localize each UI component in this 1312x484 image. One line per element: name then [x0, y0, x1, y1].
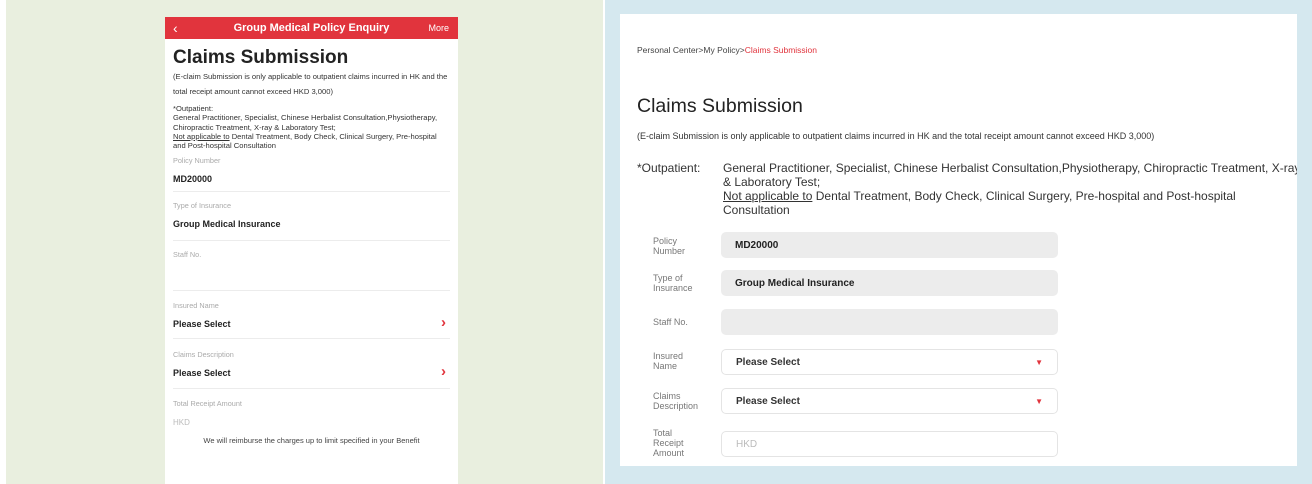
policy-number-row: Policy Number MD20000	[620, 231, 1297, 271]
field-label: Total Receipt Amount	[173, 399, 242, 409]
field-value: Group Medical Insurance	[173, 219, 281, 230]
insured-name-select[interactable]: Insured Name Please Select ›	[173, 291, 450, 340]
eligibility-note: (E-claim Submission is only applicable t…	[173, 72, 448, 96]
not-applicable-label: Not applicable to	[173, 131, 230, 141]
desktop-card: Personal Center>My Policy>Claims Submiss…	[620, 14, 1297, 466]
outpatient-info: *Outpatient: General Practitioner, Speci…	[173, 104, 450, 150]
page-title: Claims Submission	[637, 95, 803, 117]
policy-number-input: MD20000	[721, 232, 1058, 258]
total-receipt-row: Total Receipt Amount HKD	[620, 426, 1297, 466]
mobile-panel: ‹ Group Medical Policy Enquiry More Clai…	[6, 0, 603, 484]
claims-description-row: Claims Description Please Select ▼	[620, 388, 1297, 428]
chevron-right-icon: ›	[441, 363, 446, 381]
select-value: Please Select	[736, 395, 800, 407]
field-label: Staff No.	[173, 250, 202, 260]
insurance-type-input: Group Medical Insurance	[721, 270, 1058, 296]
outpatient-label: *Outpatient:	[637, 161, 701, 175]
page-title: Claims Submission	[173, 47, 349, 68]
field-label: Total Receipt Amount	[653, 428, 685, 458]
reimbursement-note: We will reimburse the charges up to limi…	[203, 436, 420, 446]
field-label: Type of Insurance	[173, 201, 232, 211]
claims-description-select[interactable]: Claims Description Please Select ›	[173, 339, 450, 390]
insured-name-select[interactable]: Please Select ▼	[721, 349, 1058, 375]
insured-name-row: Insured Name Please Select ▼	[620, 349, 1297, 389]
breadcrumb-current: Claims Submission	[744, 45, 818, 55]
field-label: Claims Description	[653, 391, 699, 411]
field-label: Claims Description	[173, 350, 234, 360]
claims-description-select[interactable]: Please Select ▼	[721, 388, 1058, 414]
not-applicable-label: Not applicable to	[723, 189, 813, 203]
chevron-right-icon: ›	[441, 314, 446, 332]
insurance-type-row: Type of Insurance Group Medical Insuranc…	[620, 270, 1297, 310]
field-label: Insured Name	[173, 301, 219, 311]
field-label: Policy Number	[653, 236, 686, 256]
mobile-screen: ‹ Group Medical Policy Enquiry More Clai…	[165, 17, 458, 484]
eligibility-note: (E-claim Submission is only applicable t…	[637, 131, 1155, 141]
amount-input[interactable]: HKD	[173, 418, 450, 427]
breadcrumb-my-policy[interactable]: My Policy	[703, 45, 739, 55]
total-receipt-input[interactable]: HKD	[721, 431, 1058, 457]
desktop-panel: Personal Center>My Policy>Claims Submiss…	[605, 0, 1312, 484]
staff-no-input[interactable]	[721, 309, 1058, 335]
total-receipt-field[interactable]: Total Receipt Amount HKD	[173, 389, 450, 427]
insurance-type-field: Type of Insurance Group Medical Insuranc…	[173, 192, 450, 242]
field-value: MD20000	[173, 174, 213, 185]
more-button[interactable]: More	[428, 17, 449, 39]
field-label: Type of Insurance	[653, 273, 693, 293]
breadcrumb: Personal Center>My Policy>Claims Submiss…	[637, 45, 817, 55]
mobile-header: ‹ Group Medical Policy Enquiry More	[165, 17, 458, 39]
field-label: Policy Number	[173, 156, 221, 166]
outpatient-label: *Outpatient:	[173, 104, 214, 113]
mobile-header-title: Group Medical Policy Enquiry	[233, 22, 390, 34]
field-label: Staff No.	[653, 317, 688, 327]
outpatient-text: General Practitioner, Specialist, Chines…	[173, 113, 438, 132]
policy-number-field: Policy Number MD20000	[173, 150, 450, 193]
outpatient-info: General Practitioner, Specialist, Chines…	[723, 161, 1297, 217]
field-value: Please Select	[173, 368, 231, 379]
outpatient-text: General Practitioner, Specialist, Chines…	[723, 161, 1297, 189]
field-value: Please Select	[173, 319, 231, 330]
field-label: Insured Name	[653, 351, 684, 371]
staff-no-row: Staff No.	[620, 309, 1297, 349]
caret-down-icon: ▼	[1035, 357, 1043, 367]
breadcrumb-personal-center[interactable]: Personal Center	[637, 45, 698, 55]
select-value: Please Select	[736, 356, 800, 368]
caret-down-icon: ▼	[1035, 396, 1043, 406]
back-icon[interactable]: ‹	[173, 17, 178, 39]
staff-no-field[interactable]: Staff No.	[173, 241, 450, 292]
